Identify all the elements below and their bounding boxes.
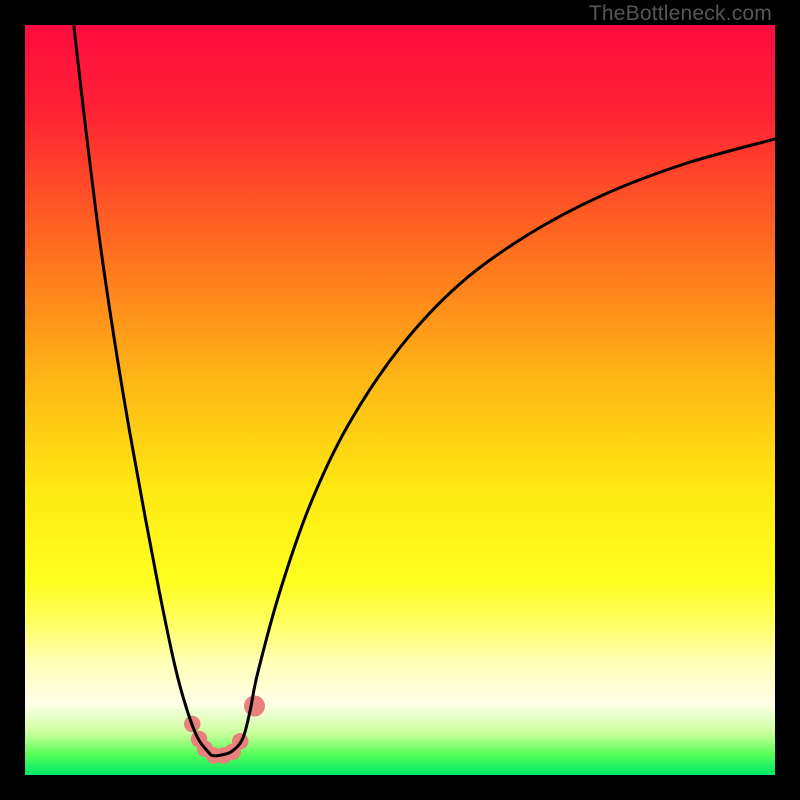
plot-area [25, 25, 775, 775]
watermark-text: TheBottleneck.com [589, 2, 772, 26]
chart-frame: TheBottleneck.com [0, 0, 800, 800]
bottleneck-curve [74, 25, 775, 756]
highlight-marker [244, 696, 265, 717]
curve-layer [25, 25, 775, 775]
